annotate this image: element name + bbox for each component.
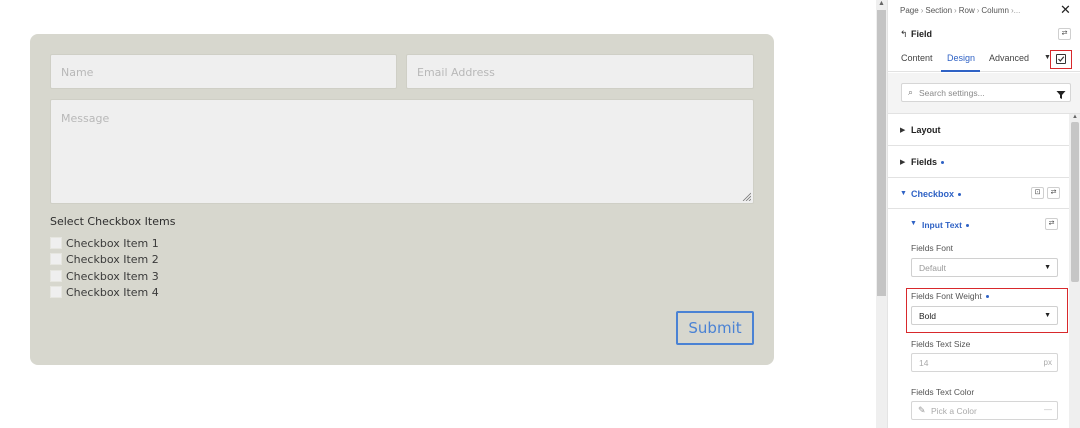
name-placeholder: Name bbox=[61, 66, 94, 79]
checkbox-label: Checkbox Item 2 bbox=[66, 252, 159, 266]
fields-text-size-label: Fields Text Size bbox=[911, 339, 971, 349]
chevron-down-icon: ▼ bbox=[1044, 264, 1051, 271]
tab-content[interactable]: Content bbox=[901, 53, 933, 63]
subsection-input-text[interactable]: Input Text bbox=[922, 220, 969, 230]
message-field[interactable]: Message bbox=[50, 99, 754, 204]
eyedropper-icon: ✎ bbox=[918, 405, 926, 415]
section-fields[interactable]: ▶ Fields bbox=[888, 146, 1069, 178]
breadcrumb-section[interactable]: Section bbox=[925, 6, 952, 15]
subsection-menu-icon[interactable]: ⇄ bbox=[1045, 218, 1058, 230]
caret-right-icon: ▶ bbox=[900, 127, 906, 134]
caret-down-icon[interactable]: ▼ bbox=[910, 220, 917, 227]
contact-form: Name Email Address Message Select Checkb… bbox=[30, 34, 774, 365]
checkbox-item[interactable]: Checkbox Item 4 bbox=[50, 285, 159, 299]
checkbox-label: Checkbox Item 3 bbox=[66, 269, 159, 283]
panel-title: Field bbox=[911, 29, 933, 39]
checkbox-heading: Select Checkbox Items bbox=[50, 215, 176, 228]
modified-dot bbox=[941, 161, 945, 165]
color-placeholder: Pick a Color bbox=[931, 406, 977, 416]
section-checkbox[interactable]: ▼ Checkbox ⊡ ⇄ bbox=[888, 178, 1069, 209]
search-input[interactable]: ⌕ Search settings... bbox=[901, 83, 1071, 102]
chevron-down-icon: ▼ bbox=[1044, 312, 1051, 319]
search-icon: ⌕ bbox=[908, 87, 914, 97]
checkbox[interactable] bbox=[50, 253, 62, 265]
modified-dot bbox=[985, 295, 989, 299]
search-area: ⌕ Search settings... bbox=[888, 73, 1080, 114]
back-arrow-icon[interactable]: ↰ bbox=[900, 29, 908, 40]
scroll-up-icon[interactable]: ▲ bbox=[1072, 114, 1078, 120]
section-label: Fields bbox=[911, 157, 945, 167]
modified-dot bbox=[958, 193, 962, 197]
section-layout[interactable]: ▶ Layout bbox=[888, 114, 1069, 146]
close-icon[interactable]: ✕ bbox=[1060, 3, 1071, 17]
fields-text-color-label: Fields Text Color bbox=[911, 387, 975, 397]
page-preview: Name Email Address Message Select Checkb… bbox=[0, 0, 876, 428]
fields-font-weight-select[interactable]: Bold ▼ bbox=[911, 306, 1058, 325]
panel-scrollbar[interactable]: ▲ bbox=[1069, 114, 1080, 428]
settings-panel: Page › Section › Row › Column ›... ✕ ↰ Field ⇄ … bbox=[887, 0, 1080, 428]
checkbox[interactable] bbox=[50, 286, 62, 298]
clear-color-icon[interactable]: — bbox=[1044, 405, 1052, 414]
checkbox-label: Checkbox Item 4 bbox=[66, 285, 159, 299]
breadcrumb-page[interactable]: Page bbox=[900, 6, 919, 15]
section-label: Checkbox bbox=[911, 189, 962, 199]
fields-font-weight-label: Fields Font Weight bbox=[911, 291, 989, 301]
scrollbar-thumb[interactable] bbox=[1071, 122, 1079, 282]
settings-menu-icon[interactable]: ⇄ bbox=[1058, 28, 1071, 40]
preview-scrollbar[interactable]: ▲ bbox=[876, 0, 887, 428]
section-menu-icon[interactable]: ⇄ bbox=[1047, 187, 1060, 199]
caret-down-icon: ▼ bbox=[900, 190, 907, 197]
select-value: Default bbox=[919, 263, 946, 273]
active-tab-indicator bbox=[941, 70, 980, 72]
checkbox-item[interactable]: Checkbox Item 1 bbox=[50, 236, 159, 250]
checkbox-label: Checkbox Item 1 bbox=[66, 236, 159, 250]
search-placeholder: Search settings... bbox=[919, 88, 985, 98]
filter-icon[interactable] bbox=[1056, 87, 1066, 99]
responsive-icon[interactable]: ⊡ bbox=[1031, 187, 1044, 199]
fields-font-select[interactable]: Default ▼ bbox=[911, 258, 1058, 277]
checkbox-item[interactable]: Checkbox Item 2 bbox=[50, 252, 159, 266]
modified-dot bbox=[965, 224, 969, 228]
scrollbar-thumb[interactable] bbox=[877, 10, 886, 296]
tab-design[interactable]: Design bbox=[947, 53, 975, 63]
scroll-up-icon[interactable]: ▲ bbox=[878, 0, 885, 7]
resize-grip-icon[interactable] bbox=[742, 192, 751, 201]
checkbox-icon bbox=[1056, 54, 1066, 64]
breadcrumb-more[interactable]: ›... bbox=[1011, 6, 1020, 15]
input-value: 14 bbox=[919, 358, 929, 368]
checkbox[interactable] bbox=[50, 270, 62, 282]
email-placeholder: Email Address bbox=[417, 66, 495, 79]
fields-text-size-input[interactable]: 14 px bbox=[911, 353, 1058, 372]
email-field[interactable]: Email Address bbox=[406, 54, 754, 89]
submit-button[interactable]: Submit bbox=[676, 311, 754, 345]
breadcrumb-row[interactable]: Row bbox=[959, 6, 975, 15]
section-label: Layout bbox=[911, 125, 941, 135]
checkbox[interactable] bbox=[50, 237, 62, 249]
select-value: Bold bbox=[919, 311, 937, 321]
message-placeholder: Message bbox=[61, 112, 110, 125]
checkbox-tab-highlight[interactable] bbox=[1050, 50, 1072, 69]
checkbox-item[interactable]: Checkbox Item 3 bbox=[50, 269, 159, 283]
unit-label[interactable]: px bbox=[1044, 358, 1052, 367]
fields-text-color-picker[interactable]: ✎ Pick a Color — bbox=[911, 401, 1058, 420]
breadcrumb-column[interactable]: Column bbox=[981, 6, 1009, 15]
fields-font-label: Fields Font bbox=[911, 243, 954, 253]
tab-advanced[interactable]: Advanced bbox=[989, 53, 1029, 63]
caret-right-icon: ▶ bbox=[900, 159, 906, 166]
name-field[interactable]: Name bbox=[50, 54, 397, 89]
breadcrumb: Page › Section › Row › Column ›... bbox=[900, 6, 1021, 15]
